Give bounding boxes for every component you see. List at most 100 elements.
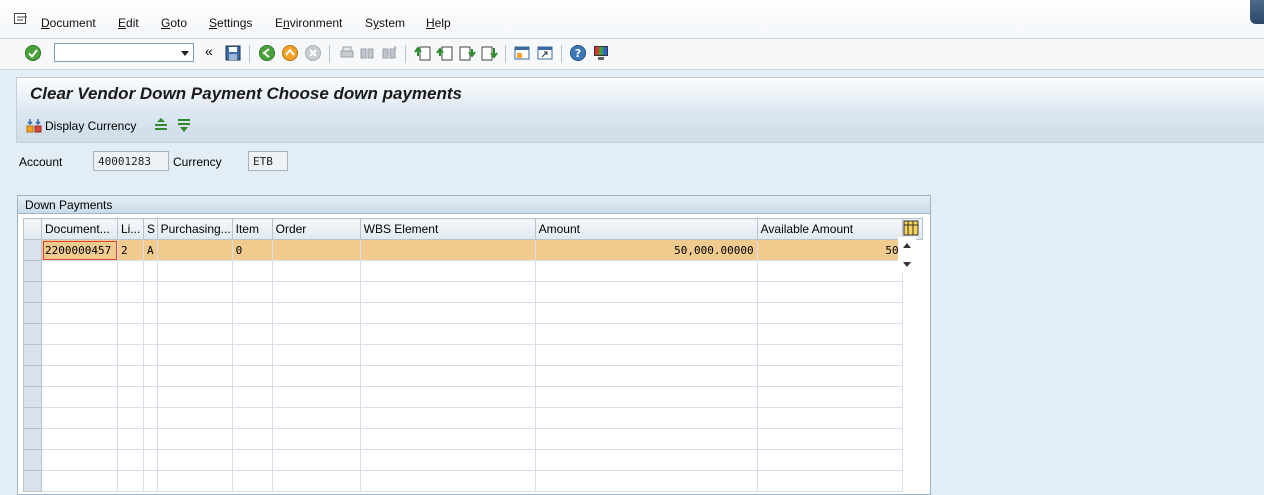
row-selector[interactable]	[23, 407, 42, 429]
empty-cell[interactable]	[756, 449, 903, 471]
empty-cell[interactable]	[359, 365, 536, 387]
empty-cell[interactable]	[117, 323, 144, 345]
row-selector[interactable]	[23, 260, 42, 282]
empty-cell[interactable]	[534, 344, 758, 366]
enter-icon[interactable]	[24, 44, 42, 62]
collapse-icon[interactable]: «	[205, 43, 223, 61]
empty-cell[interactable]	[143, 344, 158, 366]
column-header-amount[interactable]: Amount	[534, 218, 758, 240]
empty-table-row[interactable]	[23, 302, 923, 324]
row-selector[interactable]	[23, 281, 42, 303]
empty-cell[interactable]	[271, 470, 361, 492]
row-selector[interactable]	[23, 386, 42, 408]
row-selector[interactable]	[23, 302, 42, 324]
empty-cell[interactable]	[534, 260, 758, 282]
empty-cell[interactable]	[143, 302, 158, 324]
empty-cell[interactable]	[156, 281, 233, 303]
cancel-icon[interactable]	[304, 44, 322, 62]
empty-cell[interactable]	[41, 407, 118, 429]
cell-document[interactable]: 2200000457	[41, 239, 118, 261]
empty-cell[interactable]	[271, 281, 361, 303]
empty-cell[interactable]	[156, 302, 233, 324]
empty-cell[interactable]	[534, 323, 758, 345]
column-header-special-gl[interactable]: S	[143, 218, 158, 240]
empty-cell[interactable]	[271, 365, 361, 387]
empty-cell[interactable]	[231, 470, 273, 492]
empty-cell[interactable]	[117, 386, 144, 408]
empty-cell[interactable]	[359, 281, 536, 303]
empty-cell[interactable]	[41, 302, 118, 324]
chevron-down-icon[interactable]	[181, 51, 189, 56]
vertical-scrollbar[interactable]	[898, 237, 916, 273]
expand-all-icon[interactable]	[153, 117, 169, 133]
empty-cell[interactable]	[756, 428, 903, 450]
empty-cell[interactable]	[534, 470, 758, 492]
empty-cell[interactable]	[117, 344, 144, 366]
save-icon[interactable]	[224, 44, 242, 62]
menu-goto[interactable]: Goto	[161, 16, 187, 30]
empty-cell[interactable]	[156, 428, 233, 450]
empty-cell[interactable]	[156, 344, 233, 366]
empty-cell[interactable]	[271, 260, 361, 282]
table-row[interactable]: 2200000457 2 A 0 50,000.00000 50	[23, 239, 923, 261]
row-selector[interactable]	[23, 428, 42, 450]
empty-cell[interactable]	[359, 386, 536, 408]
empty-cell[interactable]	[117, 428, 144, 450]
empty-cell[interactable]	[143, 281, 158, 303]
empty-cell[interactable]	[534, 302, 758, 324]
empty-cell[interactable]	[231, 302, 273, 324]
empty-cell[interactable]	[143, 323, 158, 345]
row-selector[interactable]	[23, 470, 42, 492]
next-page-icon[interactable]	[458, 44, 476, 62]
empty-cell[interactable]	[271, 302, 361, 324]
empty-cell[interactable]	[756, 323, 903, 345]
empty-cell[interactable]	[359, 260, 536, 282]
empty-cell[interactable]	[271, 344, 361, 366]
empty-cell[interactable]	[41, 323, 118, 345]
column-header-item[interactable]: Item	[231, 218, 273, 240]
empty-cell[interactable]	[756, 260, 903, 282]
empty-cell[interactable]	[231, 428, 273, 450]
empty-cell[interactable]	[41, 470, 118, 492]
empty-table-row[interactable]	[23, 428, 923, 450]
empty-cell[interactable]	[143, 386, 158, 408]
empty-cell[interactable]	[41, 365, 118, 387]
empty-cell[interactable]	[534, 365, 758, 387]
scroll-down-icon[interactable]	[903, 262, 911, 267]
empty-cell[interactable]	[117, 470, 144, 492]
command-field[interactable]	[54, 43, 194, 62]
empty-cell[interactable]	[359, 470, 536, 492]
empty-cell[interactable]	[156, 470, 233, 492]
shortcut-icon[interactable]	[536, 44, 554, 62]
empty-cell[interactable]	[534, 281, 758, 303]
cell-available-amount[interactable]: 50	[756, 239, 903, 261]
empty-cell[interactable]	[117, 365, 144, 387]
scroll-up-icon[interactable]	[903, 243, 911, 248]
column-header-line-item[interactable]: Li...	[117, 218, 144, 240]
empty-cell[interactable]	[156, 449, 233, 471]
help-icon[interactable]: ?	[569, 44, 587, 62]
empty-cell[interactable]	[143, 428, 158, 450]
empty-cell[interactable]	[143, 365, 158, 387]
empty-cell[interactable]	[143, 449, 158, 471]
empty-cell[interactable]	[271, 428, 361, 450]
row-selector[interactable]	[23, 449, 42, 471]
empty-cell[interactable]	[231, 260, 273, 282]
cell-special-gl[interactable]: A	[143, 239, 158, 261]
back-icon[interactable]	[258, 44, 276, 62]
empty-cell[interactable]	[359, 302, 536, 324]
empty-cell[interactable]	[359, 344, 536, 366]
empty-cell[interactable]	[41, 386, 118, 408]
empty-cell[interactable]	[271, 386, 361, 408]
menu-icon[interactable]	[14, 13, 28, 25]
empty-cell[interactable]	[534, 428, 758, 450]
empty-cell[interactable]	[156, 260, 233, 282]
cell-purchasing[interactable]	[156, 239, 233, 261]
empty-table-row[interactable]	[23, 365, 923, 387]
column-header-purchasing[interactable]: Purchasing...	[156, 218, 233, 240]
empty-cell[interactable]	[143, 407, 158, 429]
empty-table-row[interactable]	[23, 281, 923, 303]
cell-amount[interactable]: 50,000.00000	[534, 239, 758, 261]
empty-cell[interactable]	[359, 407, 536, 429]
empty-cell[interactable]	[534, 407, 758, 429]
